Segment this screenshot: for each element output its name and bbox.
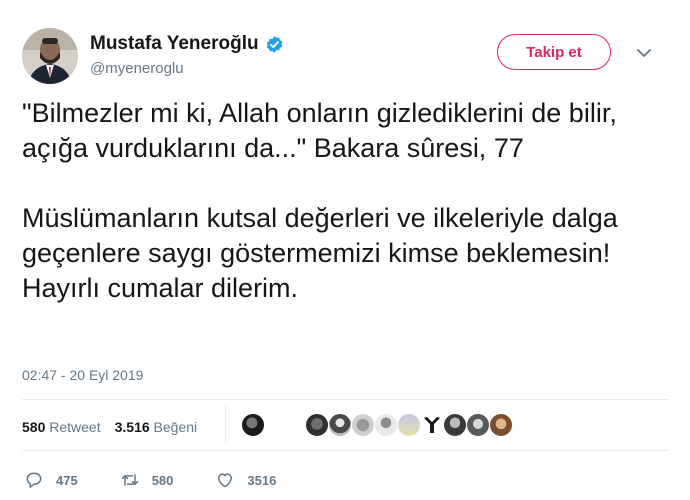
like-button[interactable]: 3516 [215, 470, 276, 490]
reply-icon [26, 472, 42, 488]
liker-avatar[interactable] [397, 413, 421, 437]
retweet-button[interactable]: 580 [120, 470, 174, 490]
tweet-text: "Bilmezler mi ki, Allah onların gizledik… [22, 98, 618, 303]
retweet-stat-count: 580 [22, 419, 46, 435]
stats-separator [225, 405, 226, 443]
liker-avatar[interactable] [489, 413, 513, 437]
name-row[interactable]: Mustafa Yeneroğlu [90, 33, 284, 55]
tweet-card: Mustafa Yeneroğlu @myeneroglu Takip et "… [0, 0, 690, 500]
chevron-down-icon[interactable] [636, 47, 652, 59]
heart-icon [218, 473, 233, 488]
reply-button[interactable]: 475 [24, 470, 78, 490]
liker-avatar[interactable] [374, 413, 398, 437]
liker-avatar[interactable] [305, 413, 329, 437]
retweet-stat[interactable]: 580 Retweet [22, 419, 101, 435]
liker-avatar[interactable] [420, 413, 444, 437]
like-count: 3516 [247, 472, 277, 488]
engagement-stats: 580 Retweet 3.516 Beğeni [22, 409, 211, 445]
user-handle[interactable]: @myeneroglu [90, 60, 184, 77]
avatar-image [22, 28, 78, 84]
reply-count: 475 [56, 472, 78, 488]
like-stat-count: 3.516 [114, 419, 150, 435]
liker-avatar[interactable] [466, 413, 490, 437]
display-name[interactable]: Mustafa Yeneroğlu [90, 33, 259, 55]
retweet-icon [121, 474, 138, 486]
liker-avatar-image [424, 417, 440, 433]
follow-button[interactable]: Takip et [497, 34, 611, 70]
like-stat[interactable]: 3.516 Beğeni [115, 419, 198, 435]
tweet-timestamp[interactable]: 02:47 - 20 Eyl 2019 [22, 367, 143, 383]
liker-avatar[interactable] [351, 413, 375, 437]
retweet-stat-label: Retweet [49, 419, 101, 435]
divider-top [22, 399, 668, 400]
retweet-count: 580 [151, 472, 174, 488]
tweet-actions: 475 580 3516 [24, 469, 318, 491]
liker-avatar[interactable] [241, 413, 265, 437]
liker-avatar[interactable] [328, 413, 352, 437]
liker-avatar[interactable] [443, 413, 467, 437]
avatar[interactable] [22, 28, 78, 84]
verified-badge-icon [266, 35, 282, 53]
like-stat-label: Beğeni [153, 419, 198, 435]
divider-bottom [22, 450, 668, 451]
